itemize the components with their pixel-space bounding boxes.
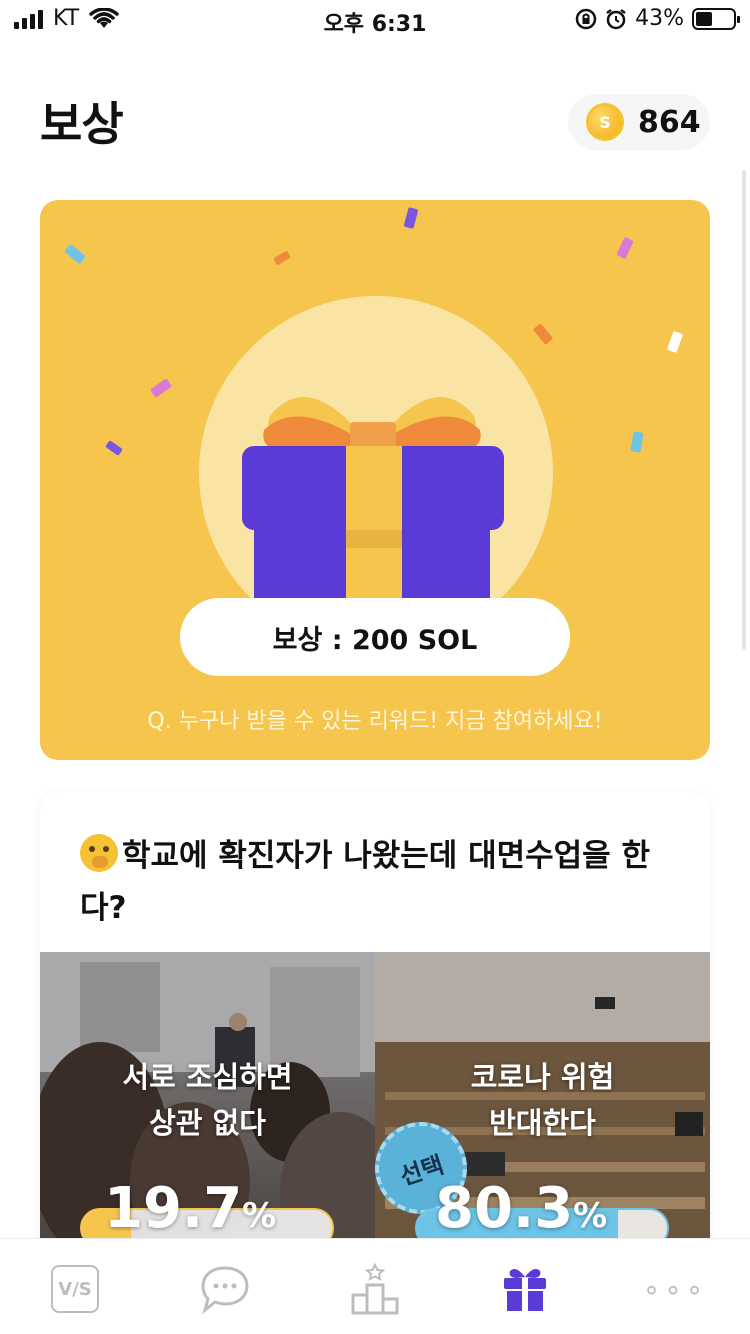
tab-bar: V/S ∘∘∘ <box>0 1238 750 1334</box>
poll-option-label-line1: 서로 조심하면 <box>122 1060 293 1094</box>
poll-card[interactable]: 학교에 확진자가 나왔는데 대면수업을 한다? 서로 조심하면 상관 없다 19… <box>40 792 710 1312</box>
poll-option-label-line1: 코로나 위험 <box>470 1060 615 1094</box>
status-bar: KT 오후 6:31 43% <box>0 0 750 40</box>
poll-option-a[interactable]: 서로 조심하면 상관 없다 19.7% <box>40 952 375 1242</box>
poll-option-b[interactable]: 코로나 위험 반대한다 선택 80.3% <box>375 952 710 1242</box>
battery-icon <box>692 7 740 30</box>
confetti <box>616 236 634 260</box>
poll-percent-value: 19.7 <box>104 1176 243 1241</box>
coin-balance: 864 <box>638 104 701 140</box>
confetti <box>630 431 644 453</box>
poll-percent-unit: % <box>573 1196 608 1236</box>
chat-bubble-icon <box>201 1266 249 1314</box>
page-title: 보상 <box>40 97 124 151</box>
more-dots-icon: ∘∘∘ <box>642 1272 708 1306</box>
confetti <box>64 243 86 265</box>
coin-icon: S <box>586 103 624 141</box>
orientation-lock-icon <box>575 8 597 29</box>
poll-option-label: 서로 조심하면 상관 없다 <box>40 1054 375 1146</box>
reward-card[interactable]: 보상 : 200 SOL Q. 누구나 받을 수 있는 리워드! 지금 참여하세… <box>40 200 710 760</box>
poll-percent: 19.7% <box>104 1176 276 1241</box>
gift-icon <box>504 1269 546 1311</box>
poll-question-text: 학교에 확진자가 나왔는데 대면수업을 한다? <box>80 838 651 926</box>
tab-vs[interactable]: V/S <box>45 1261 105 1317</box>
reward-amount-pill[interactable]: 보상 : 200 SOL <box>180 598 570 676</box>
tab-chat[interactable] <box>195 1261 255 1317</box>
confetti <box>532 323 554 345</box>
reward-note: Q. 누구나 받을 수 있는 리워드! 지금 참여하세요! <box>147 709 603 734</box>
poll-percent-unit: % <box>242 1196 277 1236</box>
status-right: 43% <box>575 6 740 31</box>
tab-ranking[interactable] <box>345 1261 405 1317</box>
battery-percent: 43% <box>635 6 684 31</box>
gift-box-icon <box>242 397 504 606</box>
podium-icon <box>351 1263 399 1315</box>
coin-balance-pill[interactable]: S 864 <box>568 94 710 150</box>
confetti <box>149 378 173 398</box>
poll-option-label-line2: 상관 없다 <box>149 1106 266 1140</box>
confetti <box>666 330 684 354</box>
confetti <box>105 440 123 456</box>
vs-icon: V/S <box>51 1265 99 1313</box>
confetti <box>273 250 291 266</box>
poll-percent-value: 80.3 <box>435 1176 574 1241</box>
tab-more[interactable]: ∘∘∘ <box>642 1261 708 1317</box>
scroll-indicator <box>742 170 746 650</box>
alarm-icon <box>606 8 626 29</box>
confetti <box>403 207 419 229</box>
shushing-face-icon <box>80 834 118 872</box>
tab-reward[interactable] <box>495 1261 555 1317</box>
poll-percent: 80.3% <box>435 1176 607 1241</box>
poll-question: 학교에 확진자가 나왔는데 대면수업을 한다? <box>80 830 660 934</box>
